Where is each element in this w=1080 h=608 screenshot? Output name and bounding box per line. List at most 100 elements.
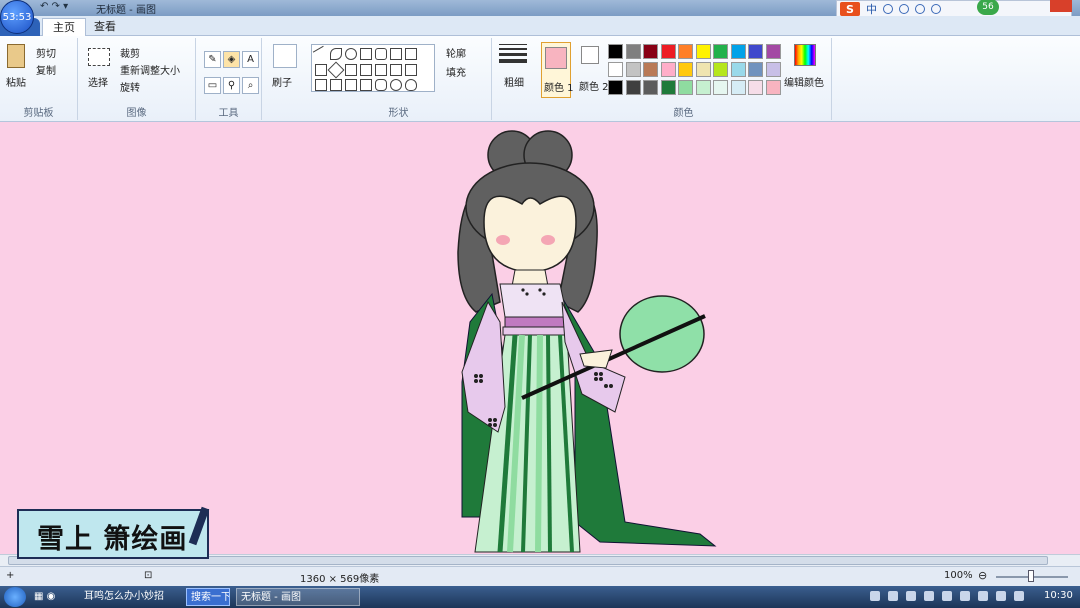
palette-swatch[interactable] <box>730 80 746 95</box>
tray-shield-icon[interactable] <box>942 591 952 601</box>
palette-swatch[interactable] <box>608 80 623 95</box>
tray-volume-icon[interactable] <box>960 591 970 601</box>
color1-button[interactable]: 颜色 1 <box>541 42 574 98</box>
palette-swatch[interactable] <box>608 44 623 59</box>
palette-swatch[interactable] <box>695 80 711 95</box>
palette-swatch[interactable] <box>660 62 676 77</box>
magnifier-icon[interactable]: ⌕ <box>242 77 259 94</box>
palette-swatch[interactable] <box>695 44 711 59</box>
size-icon[interactable] <box>499 44 527 68</box>
palette-swatch[interactable] <box>748 62 763 77</box>
palette-swatch[interactable] <box>695 62 711 77</box>
palette-swatch[interactable] <box>643 44 658 59</box>
text-tool-icon[interactable]: A <box>242 51 259 68</box>
curve-shape-icon[interactable] <box>330 48 342 60</box>
right-triangle-shape-icon[interactable] <box>315 64 327 76</box>
outline-button[interactable]: 轮廓 <box>446 45 466 60</box>
cut-button[interactable]: 剪切 <box>36 45 56 60</box>
palette-swatch[interactable] <box>765 62 781 77</box>
zoom-out-icon[interactable]: ⊖ <box>978 569 987 582</box>
palette-swatch[interactable] <box>625 44 641 59</box>
tray-flag-icon[interactable] <box>978 591 988 601</box>
sogou-icon[interactable]: S <box>840 2 860 16</box>
tray-help-icon[interactable] <box>888 591 898 601</box>
tray-network-icon[interactable] <box>924 591 934 601</box>
edit-colors-icon[interactable] <box>794 44 816 66</box>
palette-swatch[interactable] <box>660 80 676 95</box>
drawing-canvas[interactable] <box>0 122 1080 554</box>
resize-button[interactable]: 重新调整大小 <box>120 62 180 77</box>
cloud-shape-icon[interactable] <box>405 79 417 91</box>
fill-button[interactable]: 填充 <box>446 64 466 79</box>
palette-swatch[interactable] <box>660 44 676 59</box>
start-button[interactable] <box>4 587 26 607</box>
palette-swatch[interactable] <box>748 80 763 95</box>
select-icon[interactable] <box>88 48 110 66</box>
palette-swatch[interactable] <box>748 44 763 59</box>
eraser-icon[interactable]: ▭ <box>204 77 221 94</box>
palette-swatch[interactable] <box>730 44 746 59</box>
color-picker-icon[interactable]: ⚲ <box>223 77 240 94</box>
arrow-right-shape-icon[interactable] <box>375 64 387 76</box>
size-button[interactable]: 粗细 <box>504 74 524 89</box>
arrow-down-shape-icon[interactable] <box>315 79 327 91</box>
palette-swatch[interactable] <box>608 62 623 77</box>
hexagon-shape-icon[interactable] <box>360 64 372 76</box>
line-shape-icon[interactable] <box>312 45 330 63</box>
tray-display-icon[interactable] <box>996 591 1006 601</box>
palette-swatch[interactable] <box>678 80 693 95</box>
callout-rect-shape-icon[interactable] <box>375 79 387 91</box>
emoji-icon[interactable] <box>899 4 909 14</box>
system-clock[interactable]: 10:30 <box>1044 590 1073 601</box>
select-button[interactable]: 选择 <box>88 74 108 89</box>
tray-speaker-icon[interactable] <box>1014 591 1024 601</box>
palette-swatch[interactable] <box>713 44 728 59</box>
quick-access-toolbar[interactable]: ↶ ↷ ▾ <box>40 1 68 12</box>
mic-icon[interactable] <box>915 4 925 14</box>
palette-swatch[interactable] <box>678 44 693 59</box>
diamond-shape-icon[interactable] <box>327 61 345 79</box>
brushes-button[interactable]: 刷子 <box>272 74 292 89</box>
palette-swatch[interactable] <box>625 80 641 95</box>
tab-view[interactable]: 查看 <box>84 18 126 36</box>
copy-button[interactable]: 复制 <box>36 62 56 77</box>
edit-colors-button[interactable]: 编辑颜色 <box>784 74 824 89</box>
arrow-up-shape-icon[interactable] <box>405 64 417 76</box>
taskbar-app-icons[interactable]: ▦ ◉ <box>30 588 72 606</box>
palette-swatch[interactable] <box>625 62 641 77</box>
paste-button[interactable]: 粘贴 <box>6 74 26 89</box>
close-button[interactable] <box>1050 0 1072 12</box>
star6-shape-icon[interactable] <box>360 79 372 91</box>
rectangle-shape-icon[interactable] <box>360 48 372 60</box>
punctuation-icon[interactable] <box>883 4 893 14</box>
star4-shape-icon[interactable] <box>330 79 342 91</box>
oval-shape-icon[interactable] <box>345 48 357 60</box>
palette-swatch[interactable] <box>643 80 658 95</box>
palette-swatch[interactable] <box>713 62 728 77</box>
taskbar-paint[interactable]: 无标题 - 画图 <box>236 588 360 606</box>
palette-swatch[interactable] <box>765 80 781 95</box>
arrow-left-shape-icon[interactable] <box>390 64 402 76</box>
palette-swatch[interactable] <box>730 62 746 77</box>
ime-mode[interactable]: 中 <box>866 1 877 17</box>
keyboard-icon[interactable] <box>931 4 941 14</box>
polygon-shape-icon[interactable] <box>390 48 402 60</box>
search-button[interactable]: 搜索一下 <box>186 588 230 606</box>
brush-icon[interactable] <box>273 44 297 68</box>
tray-sogou-icon[interactable] <box>870 591 880 601</box>
star5-shape-icon[interactable] <box>345 79 357 91</box>
tray-tool-icon[interactable] <box>906 591 916 601</box>
rotate-button[interactable]: 旋转 <box>120 79 140 94</box>
palette-swatch[interactable] <box>765 44 781 59</box>
zoom-slider-thumb[interactable] <box>1028 570 1034 582</box>
color-palette[interactable] <box>608 44 784 98</box>
crop-button[interactable]: 裁剪 <box>120 45 140 60</box>
rounded-rect-shape-icon[interactable] <box>375 48 387 60</box>
palette-swatch[interactable] <box>713 80 728 95</box>
color2-button[interactable]: 颜色 2 <box>577 42 609 98</box>
paste-icon[interactable] <box>7 44 25 68</box>
shapes-gallery[interactable] <box>311 44 435 92</box>
pencil-icon[interactable]: ✎ <box>204 51 221 68</box>
pentagon-shape-icon[interactable] <box>345 64 357 76</box>
fill-bucket-icon[interactable]: ◈ <box>223 51 240 68</box>
